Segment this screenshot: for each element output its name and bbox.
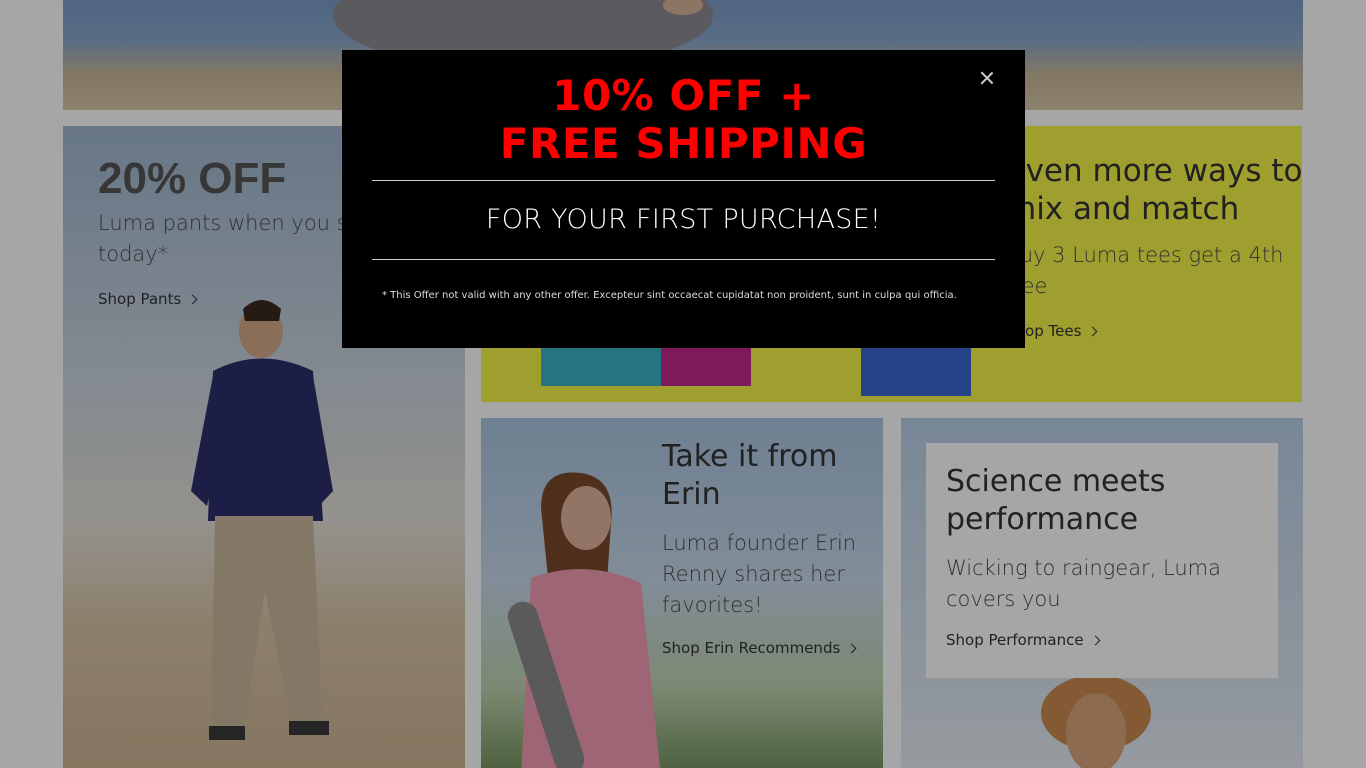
close-icon[interactable] [977,68,997,88]
modal-subheading: FOR YOUR FIRST PURCHASE! [485,204,882,235]
modal-disclaimer: * This Offer not valid with any other of… [382,290,957,301]
promo-modal: 10% OFF + FREE SHIPPING FOR YOUR FIRST P… [342,50,1025,348]
modal-headline-shipping: FREE SHIPPING [499,119,868,168]
modal-headline-discount: 10% OFF + [552,71,815,120]
modal-divider-bottom [372,259,995,260]
